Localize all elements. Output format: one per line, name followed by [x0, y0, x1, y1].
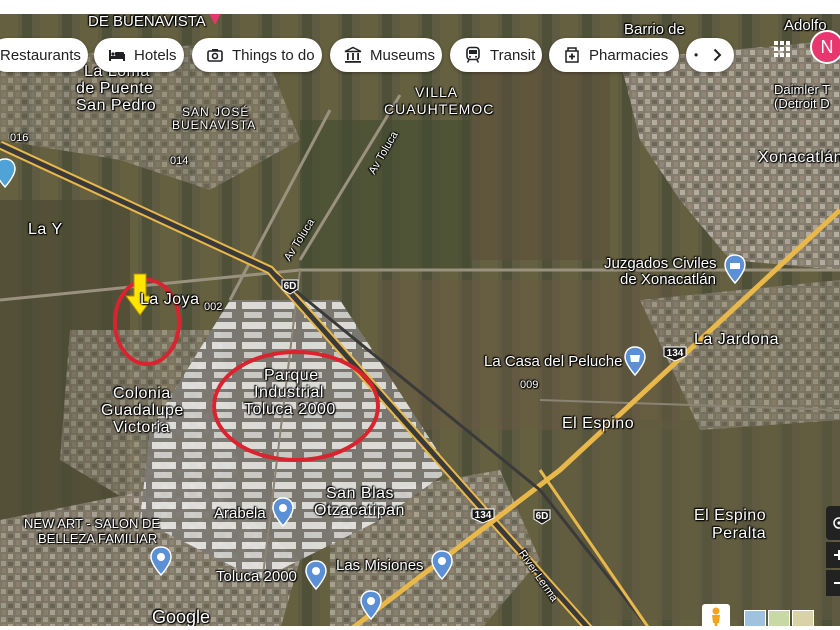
chip-label: Transit — [490, 46, 536, 64]
chip-hotels[interactable]: Hotels — [94, 38, 184, 72]
bottom-white-border — [0, 626, 840, 630]
camera-icon — [206, 46, 224, 64]
label-la-y: La Y — [28, 221, 63, 238]
label-juzgados-civiles: Juzgados Civiles — [604, 255, 717, 272]
chip-label: Museums — [370, 46, 436, 64]
new-art-pin-icon[interactable] — [150, 546, 172, 577]
toluca-2000-pin-icon[interactable] — [305, 560, 327, 591]
satellite-map[interactable]: DE BUENAVISTA Barrio de Adolfo La Loma d… — [0, 0, 840, 630]
label-detroit: (Detroit D — [774, 96, 830, 111]
label-xonacatlan: Xonacatlán — [758, 149, 840, 166]
my-location-button[interactable] — [826, 506, 840, 540]
label-toluca-2000-park: Toluca 2000 — [244, 401, 336, 418]
highway-shield-6d-south: 6D — [533, 509, 551, 525]
road-label-014: 014 — [170, 155, 189, 167]
train-icon — [464, 46, 482, 64]
chip-museums[interactable]: Museums — [330, 38, 442, 72]
museum-icon — [344, 46, 362, 64]
label-de-puente: de Puente — [76, 80, 154, 97]
road-label-016: 016 — [10, 132, 29, 144]
la-casa-del-peluche-pin-icon[interactable] — [624, 346, 646, 377]
label-la-joya: La Joya — [140, 291, 200, 308]
category-chip-bar: Restaurants Hotels Things to do Museums … — [0, 38, 840, 72]
label-el-espino-peralta-1: El Espino — [694, 507, 767, 524]
label-new-art: NEW ART - SALON DE — [24, 516, 161, 531]
chip-label: Restaurants — [0, 46, 81, 64]
chip-more[interactable]: • — [686, 38, 734, 72]
highway-shield-134-west: 134 — [471, 508, 495, 524]
label-toluca-2000: Toluca 2000 — [216, 568, 297, 585]
label-villa: VILLA — [415, 84, 459, 100]
south-pin-icon[interactable] — [360, 590, 382, 621]
highway-shield-134-east: 134 — [663, 346, 687, 362]
zoom-out-button[interactable] — [826, 570, 840, 596]
top-marker-icon[interactable] — [208, 12, 222, 26]
label-victoria: Victoria — [113, 419, 171, 436]
label-colonia: Colonia — [113, 385, 171, 402]
label-san-pedro: San Pedro — [76, 97, 157, 114]
more-dots-icon: • — [694, 48, 699, 62]
label-buenavista: BUENAVISTA — [172, 118, 257, 132]
label-el-espino: El Espino — [562, 415, 635, 432]
chip-label: Pharmacies — [589, 46, 669, 64]
label-de-buenavista: DE BUENAVISTA — [88, 13, 206, 30]
top-white-border — [0, 0, 840, 14]
highway-shield-6d-north: 6D — [281, 279, 299, 295]
bed-icon — [108, 46, 126, 64]
label-belleza-familiar: BELLEZA FAMILIAR — [38, 531, 158, 546]
chip-label: Hotels — [134, 46, 177, 64]
label-el-espino-peralta-2: Peralta — [712, 525, 767, 542]
apps-grid-icon[interactable] — [772, 39, 792, 59]
account-avatar[interactable]: N — [810, 30, 840, 64]
chip-things-to-do[interactable]: Things to do — [192, 38, 322, 72]
label-las-misiones: Las Misiones — [336, 557, 424, 574]
zoom-in-button[interactable] — [826, 542, 840, 568]
label-san-blas: San Blas — [326, 485, 395, 502]
label-la-jardona: La Jardona — [694, 331, 780, 348]
las-misiones-pin-icon[interactable] — [431, 550, 453, 581]
chevron-right-icon[interactable] — [708, 46, 726, 64]
chip-label: Things to do — [232, 46, 315, 64]
west-edge-pin-icon[interactable] — [0, 158, 16, 189]
label-guadalupe: Guadalupe — [101, 402, 184, 419]
road-label-009: 009 — [520, 379, 539, 391]
road-label-002: 002 — [204, 301, 223, 313]
juzgados-pin-icon[interactable] — [724, 254, 746, 285]
label-cuauhtemoc: CUAUHTEMOC — [384, 101, 495, 117]
arabela-pin-icon[interactable] — [272, 497, 294, 528]
google-logo: Google — [152, 607, 211, 627]
chip-transit[interactable]: Transit — [450, 38, 542, 72]
label-arabela: Arabela — [214, 505, 266, 522]
chip-pharmacies[interactable]: Pharmacies — [549, 38, 679, 72]
pharmacy-icon — [563, 46, 581, 64]
chip-restaurants[interactable]: Restaurants — [0, 38, 88, 72]
label-la-casa-del-peluche: La Casa del Peluche — [484, 353, 623, 370]
label-industrial: Industrial — [254, 384, 324, 401]
label-de-xonacatlan: de Xonacatlán — [620, 271, 716, 288]
label-barrio-de: Barrio de — [624, 21, 685, 38]
label-otzacatipan: Otzacatipan — [314, 502, 405, 519]
label-parque: Parque — [264, 367, 319, 384]
